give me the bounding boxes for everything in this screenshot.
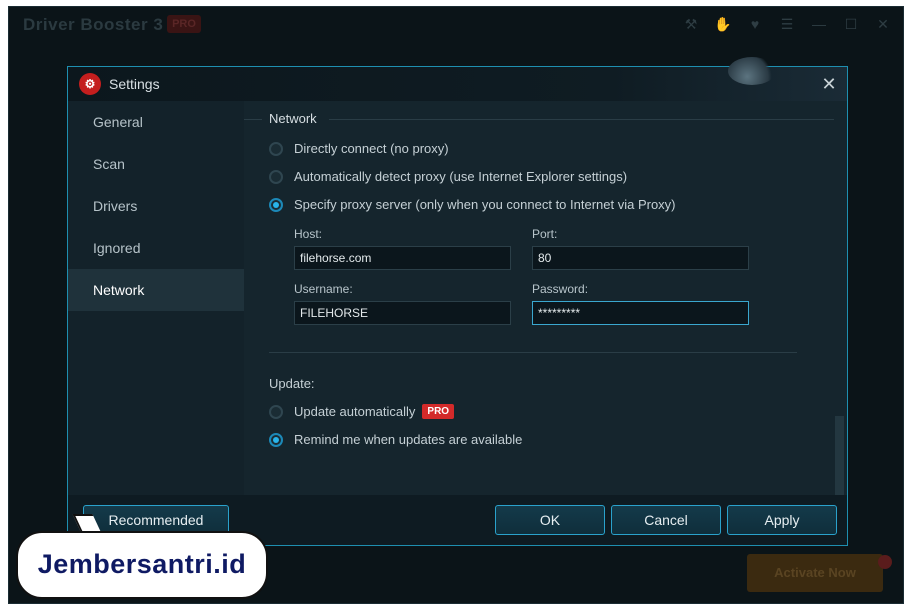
- radio-button[interactable]: [269, 197, 283, 212]
- app-title: Driver Booster 3: [23, 15, 164, 34]
- port-field[interactable]: 80: [532, 246, 749, 270]
- app-pro-badge: PRO: [167, 15, 201, 33]
- tools-icon[interactable]: ⚒: [681, 15, 701, 33]
- menu-icon[interactable]: ☰: [777, 15, 797, 33]
- radio-button[interactable]: [269, 141, 283, 156]
- password-field[interactable]: *********: [532, 301, 749, 325]
- minimize-icon[interactable]: —: [809, 15, 829, 33]
- activate-now-button[interactable]: Activate Now: [747, 554, 883, 592]
- settings-dialog: ⚙ Settings ✕ General Scan Drivers Ignore…: [67, 57, 848, 546]
- apply-button[interactable]: Apply: [727, 505, 837, 535]
- app-close-icon[interactable]: ✕: [873, 15, 893, 33]
- host-field[interactable]: filehorse.com: [294, 246, 511, 270]
- network-section-title: Network: [269, 111, 317, 126]
- sidebar-item-ignored[interactable]: Ignored: [68, 227, 244, 269]
- radio-label: Directly connect (no proxy): [294, 141, 449, 156]
- app-logo-icon: ⚙: [79, 73, 101, 95]
- section-divider: [244, 119, 262, 120]
- sidebar-item-network[interactable]: Network: [68, 269, 244, 311]
- radio-label: Remind me when updates are available: [294, 432, 523, 447]
- radio-update-automatically[interactable]: Update automatically PRO: [269, 404, 455, 419]
- radio-specify-proxy[interactable]: Specify proxy server (only when you conn…: [269, 197, 676, 212]
- heart-icon[interactable]: ♥: [745, 15, 765, 33]
- section-divider: [329, 119, 834, 120]
- sidebar-item-drivers[interactable]: Drivers: [68, 185, 244, 227]
- watermark-text: Jembersantri.id: [37, 549, 247, 579]
- radio-auto-detect-proxy[interactable]: Automatically detect proxy (use Internet…: [269, 169, 627, 184]
- username-label: Username:: [294, 282, 353, 296]
- settings-content: Network Directly connect (no proxy) Auto…: [244, 101, 847, 495]
- radio-remind-updates[interactable]: Remind me when updates are available: [269, 432, 522, 447]
- close-icon[interactable]: ✕: [819, 74, 839, 94]
- watermark-bubble: Jembersantri.id: [16, 531, 268, 599]
- maximize-icon[interactable]: ☐: [841, 15, 861, 33]
- app-window-controls: ⚒ ✋ ♥ ☰ — ☐ ✕: [681, 15, 893, 33]
- settings-sidebar: General Scan Drivers Ignored Network: [68, 101, 244, 495]
- sidebar-item-scan[interactable]: Scan: [68, 143, 244, 185]
- hand-icon[interactable]: ✋: [713, 15, 733, 33]
- planet-decoration: [728, 57, 776, 85]
- password-label: Password:: [532, 282, 589, 296]
- radio-label: Update automatically: [294, 404, 416, 419]
- dialog-header: ⚙ Settings ✕: [68, 57, 847, 101]
- radio-label: Automatically detect proxy (use Internet…: [294, 169, 628, 184]
- notification-dot: [878, 555, 892, 569]
- radio-label: Specify proxy server (only when you conn…: [294, 197, 676, 212]
- pro-badge: PRO: [422, 404, 455, 419]
- radio-button[interactable]: [269, 404, 283, 419]
- radio-button[interactable]: [269, 432, 283, 447]
- radio-direct-connect[interactable]: Directly connect (no proxy): [269, 141, 449, 156]
- dialog-title: Settings: [109, 76, 160, 92]
- port-label: Port:: [532, 227, 558, 241]
- section-divider: [269, 352, 797, 353]
- update-section-title: Update:: [269, 376, 315, 391]
- sidebar-item-general[interactable]: General: [68, 101, 244, 143]
- scrollbar-thumb[interactable]: [835, 416, 844, 495]
- username-field[interactable]: FILEHORSE: [294, 301, 511, 325]
- ok-button[interactable]: OK: [495, 505, 605, 535]
- host-label: Host:: [294, 227, 323, 241]
- radio-button[interactable]: [269, 169, 283, 184]
- cancel-button[interactable]: Cancel: [611, 505, 721, 535]
